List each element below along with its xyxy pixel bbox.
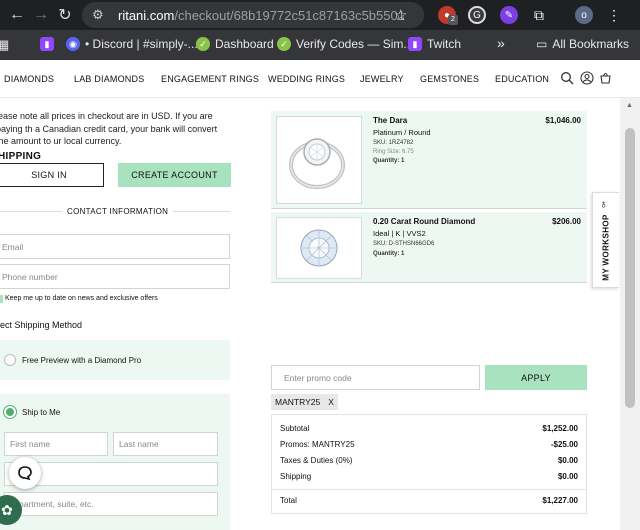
check-icon: ✓ bbox=[196, 37, 210, 51]
scrollbar-thumb[interactable] bbox=[625, 128, 635, 408]
all-bookmarks[interactable]: ▭ All Bookmarks bbox=[536, 37, 629, 51]
last-name-field[interactable]: Last name bbox=[113, 432, 218, 456]
order-summary: The Dara Platinum / Round SKU: 1RZ4782 R… bbox=[242, 98, 600, 530]
free-preview-label: Free Preview with a Diamond Pro bbox=[22, 356, 142, 365]
applied-promo-tag: MANTRY25 X bbox=[271, 394, 338, 410]
discord-icon: ◉ bbox=[66, 37, 80, 51]
item-price: $206.00 bbox=[552, 217, 581, 226]
my-workshop-label: MY WORKSHOP bbox=[601, 214, 611, 281]
item-sku: SKU: D-STHSN66GD6 bbox=[373, 241, 435, 247]
extension-purple-icon[interactable]: ✎ bbox=[500, 6, 518, 24]
bookmark-verify-codes[interactable]: ✓ Verify Codes — Sim... bbox=[277, 37, 413, 51]
phone-field[interactable]: Phone number bbox=[0, 264, 230, 289]
shipping-method-heading: lect Shipping Method bbox=[0, 320, 83, 330]
bookmarks-overflow[interactable]: » bbox=[497, 35, 505, 51]
newsletter-checkbox[interactable] bbox=[0, 295, 3, 303]
reload-icon[interactable]: ↻ bbox=[54, 4, 76, 26]
remove-promo-button[interactable]: X bbox=[328, 397, 334, 407]
divider bbox=[271, 208, 587, 209]
item-price: $1,046.00 bbox=[545, 116, 581, 125]
cart-item: The Dara Platinum / Round SKU: 1RZ4782 R… bbox=[271, 111, 587, 209]
my-workshop-tab[interactable]: ♁ MY WORKSHOP bbox=[592, 192, 619, 288]
url-path: /checkout/68b19772c51c87163c5b5501 bbox=[174, 8, 405, 23]
free-preview-option[interactable]: Free Preview with a Diamond Pro bbox=[0, 340, 230, 380]
nav-wedding-rings[interactable]: WEDDING RINGS bbox=[268, 74, 345, 84]
extensions-puzzle-icon[interactable]: ⧉ bbox=[530, 6, 548, 24]
browser-toolbar: ← → ↻ ⚙ ritani.com/checkout/68b19772c51c… bbox=[0, 0, 640, 30]
item-variant: Platinum / Round bbox=[373, 128, 431, 137]
sign-in-button[interactable]: SIGN IN bbox=[0, 163, 104, 187]
folder-icon: ▭ bbox=[536, 37, 548, 51]
twitch-icon: ▮ bbox=[408, 37, 422, 51]
ship-to-me-radio[interactable] bbox=[4, 406, 16, 418]
item-title: The Dara bbox=[373, 116, 408, 125]
chat-icon bbox=[18, 466, 32, 481]
nav-education[interactable]: EDUCATION bbox=[495, 74, 549, 84]
divider bbox=[271, 282, 587, 283]
forward-icon[interactable]: → bbox=[30, 4, 52, 26]
item-quantity: Quantity: 1 bbox=[373, 251, 405, 257]
promo-code-input[interactable]: Enter promo code bbox=[271, 365, 480, 390]
bookmark-discord[interactable]: ◉ • Discord | #simply-... bbox=[66, 37, 198, 51]
item-title: 0.20 Carat Round Diamond bbox=[373, 217, 476, 226]
checkout-form: lease note all prices in checkout are in… bbox=[0, 98, 242, 530]
create-account-button[interactable]: CREATE ACCOUNT bbox=[118, 163, 231, 187]
free-preview-radio[interactable] bbox=[4, 354, 16, 366]
chat-button[interactable] bbox=[9, 457, 41, 489]
bookmark-dashboard[interactable]: ✓ Dashboard bbox=[196, 37, 274, 51]
apps-grid-icon[interactable]: ▦ bbox=[0, 37, 9, 53]
search-icon[interactable] bbox=[560, 71, 574, 85]
divider bbox=[272, 489, 586, 490]
item-ring-size: Ring Size: 6.75 bbox=[373, 149, 414, 155]
totals-box: Subtotal $1,252.00 Promos: MANTRY25 -$25.0… bbox=[271, 414, 587, 514]
nav-engagement-rings[interactable]: ENGAGEMENT RINGS bbox=[161, 74, 259, 84]
newsletter-label: Keep me up to date on news and exclusive… bbox=[5, 295, 158, 302]
email-field[interactable]: Email bbox=[0, 234, 230, 259]
summary-row: Subtotal $1,252.00 bbox=[280, 424, 578, 433]
url-domain: ritani.com bbox=[118, 8, 175, 23]
item-quantity: Quantity: 1 bbox=[373, 158, 405, 164]
menu-kebab-icon[interactable]: ⋮ bbox=[605, 6, 623, 24]
bookmarks-bar: ▦ ▮ ◉ • Discord | #simply-... ✓ Dashboard … bbox=[0, 30, 640, 60]
star-icon[interactable]: ☆ bbox=[394, 6, 407, 24]
bookmark-twitch-1[interactable]: ▮ bbox=[40, 37, 54, 51]
ring-icon: ♁ bbox=[599, 197, 608, 211]
summary-row: Promos: MANTRY25 -$25.00 bbox=[280, 440, 578, 449]
summary-row: Shipping $0.00 bbox=[280, 472, 578, 481]
extension-badge: 2 bbox=[448, 15, 458, 25]
shipping-heading: HIPPING bbox=[0, 151, 42, 162]
cart-item: 0.20 Carat Round Diamond Ideal | K | VVS… bbox=[271, 212, 587, 282]
promo-code-label: MANTRY25 bbox=[275, 397, 321, 407]
nav-gemstones[interactable]: GEMSTONES bbox=[420, 74, 479, 84]
bookmark-twitch[interactable]: ▮ Twitch bbox=[408, 37, 461, 51]
check-icon: ✓ bbox=[277, 37, 291, 51]
ship-to-me-label: Ship to Me bbox=[22, 408, 61, 417]
site-settings-icon[interactable]: ⚙ bbox=[92, 7, 104, 23]
profile-avatar[interactable]: o bbox=[575, 6, 593, 24]
back-icon[interactable]: ← bbox=[6, 4, 28, 26]
summary-row: Taxes & Duties (0%) $0.00 bbox=[280, 456, 578, 465]
scrollbar[interactable]: ▲ bbox=[620, 98, 640, 530]
cart-icon[interactable] bbox=[598, 70, 613, 85]
scroll-up-icon[interactable]: ▲ bbox=[626, 102, 633, 109]
nav-diamonds[interactable]: DIAMONDS bbox=[4, 74, 54, 84]
ring-image bbox=[276, 116, 362, 204]
total-row: Total $1,227.00 bbox=[280, 496, 578, 505]
apply-button[interactable]: APPLY bbox=[485, 365, 587, 390]
item-variant: Ideal | K | VVS2 bbox=[373, 229, 426, 238]
site-nav: DIAMONDS LAB DIAMONDS ENGAGEMENT RINGS W… bbox=[0, 60, 640, 98]
diamond-image bbox=[276, 217, 362, 279]
currency-notice: lease note all prices in checkout are in… bbox=[0, 111, 218, 146]
twitch-icon: ▮ bbox=[40, 37, 54, 51]
item-sku: SKU: 1RZ4782 bbox=[373, 140, 414, 146]
extension-grammarly-icon[interactable]: G bbox=[468, 6, 486, 24]
first-name-field[interactable]: First name bbox=[4, 432, 108, 456]
apartment-field[interactable]: partment, suite, etc. bbox=[4, 492, 218, 516]
contact-heading: CONTACT INFORMATION bbox=[62, 207, 174, 216]
account-icon[interactable] bbox=[580, 71, 594, 85]
nav-jewelry[interactable]: JEWELRY bbox=[360, 74, 404, 84]
address-bar[interactable]: ⚙ ritani.com/checkout/68b19772c51c87163c… bbox=[82, 2, 424, 28]
nav-lab-diamonds[interactable]: LAB DIAMONDS bbox=[74, 74, 144, 84]
